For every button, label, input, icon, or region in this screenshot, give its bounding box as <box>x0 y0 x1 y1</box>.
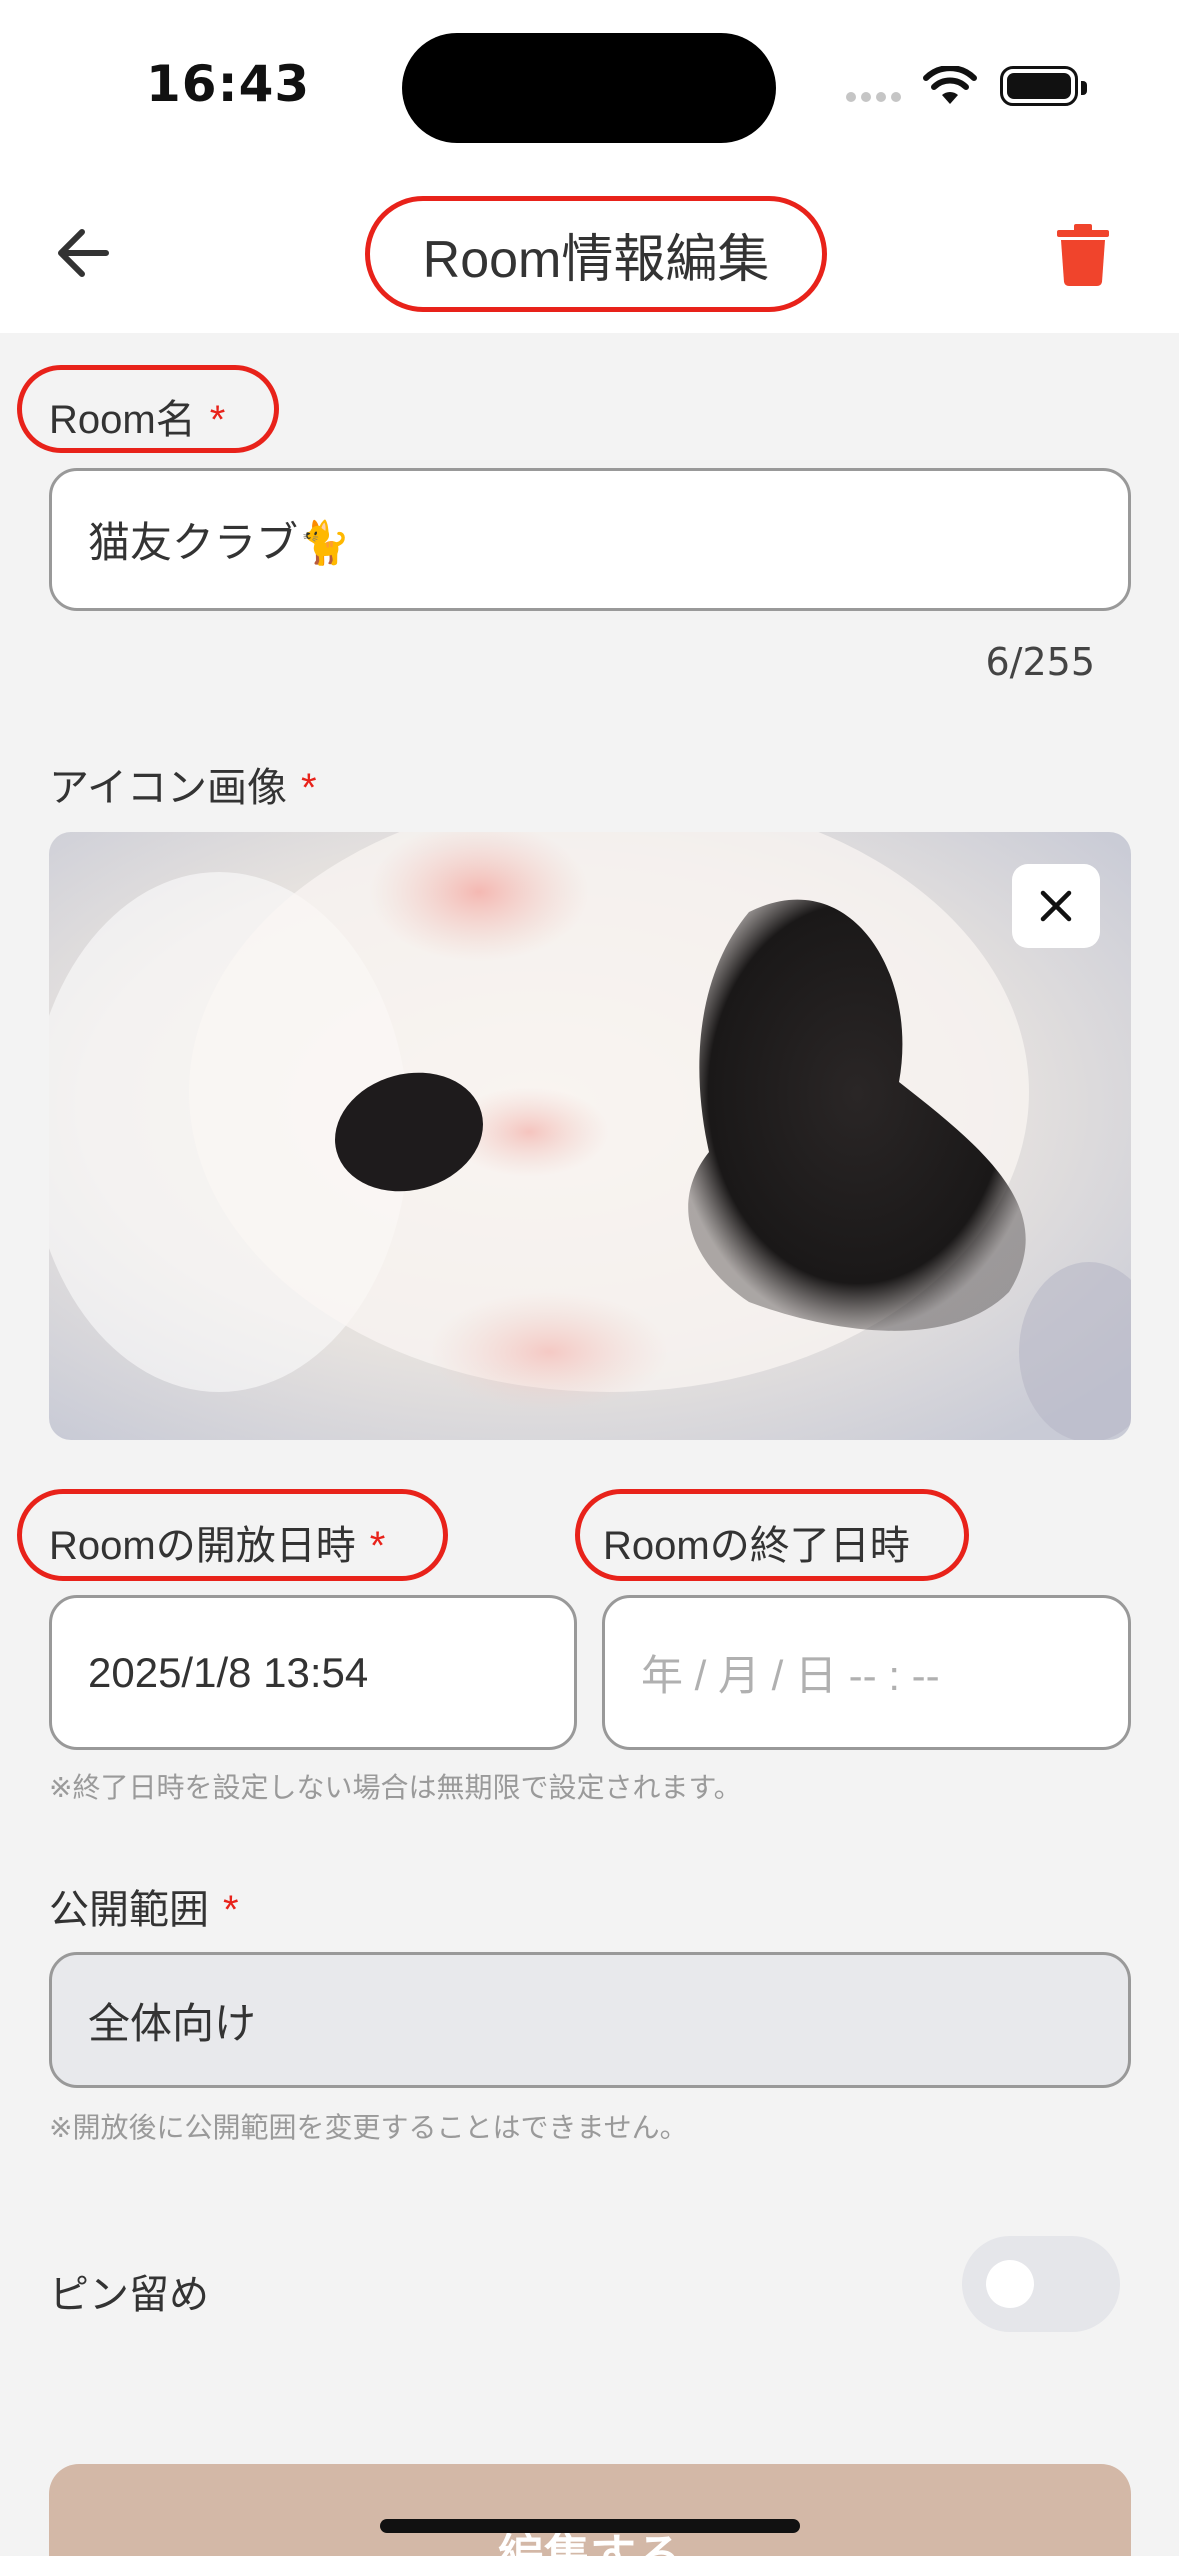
trash-icon[interactable] <box>1057 224 1109 286</box>
remove-image-button[interactable] <box>1012 864 1100 948</box>
toggle-knob <box>986 2260 1034 2308</box>
room-name-value: 猫友クラブ🐈 <box>88 519 351 566</box>
page-title-highlight: Room情報編集 <box>365 196 827 312</box>
end-datetime-placeholder: 年 / 月 / 日 -- : -- <box>641 1652 940 1699</box>
required-mark: * <box>369 1524 386 1568</box>
home-indicator <box>380 2519 800 2533</box>
status-time: 16:43 <box>146 55 311 113</box>
cat-paw-photo <box>49 832 1131 1440</box>
cellular-signal-icon <box>846 92 901 102</box>
status-bar: 16:43 <box>0 0 1179 170</box>
visibility-label: 公開範囲 * <box>49 1888 239 1932</box>
visibility-value: 全体向け <box>88 1999 257 2047</box>
close-icon <box>1040 890 1072 922</box>
app-header: Room情報編集 <box>0 170 1179 333</box>
visibility-select: 全体向け <box>49 1952 1131 2088</box>
room-name-input[interactable]: 猫友クラブ🐈 <box>49 468 1131 611</box>
required-mark: * <box>223 1888 239 1932</box>
open-datetime-label: Roomの開放日時 * <box>49 1524 386 1568</box>
end-datetime-note: ※終了日時を設定しない場合は無期限で設定されます。 <box>49 1771 742 1804</box>
icon-image-label: アイコン画像 * <box>49 766 317 810</box>
room-name-label: Room名 * <box>49 398 226 442</box>
dynamic-island <box>402 33 776 143</box>
required-mark: * <box>301 766 317 810</box>
pin-toggle[interactable] <box>962 2236 1120 2332</box>
icon-image-preview <box>49 832 1131 1440</box>
page-title: Room情報編集 <box>422 230 770 289</box>
back-arrow-icon[interactable] <box>50 218 120 288</box>
char-counter: 6/255 <box>985 640 1095 684</box>
battery-icon <box>1000 66 1087 106</box>
required-mark: * <box>209 398 226 442</box>
open-datetime-input[interactable]: 2025/1/8 13:54 <box>49 1595 577 1750</box>
wifi-icon <box>923 66 977 104</box>
end-datetime-label: Roomの終了日時 <box>603 1524 910 1568</box>
visibility-note: ※開放後に公開範囲を変更することはできません。 <box>49 2111 688 2144</box>
end-datetime-input[interactable]: 年 / 月 / 日 -- : -- <box>602 1595 1131 1750</box>
pin-label: ピン留め <box>49 2273 209 2317</box>
open-datetime-value: 2025/1/8 13:54 <box>88 1648 369 1696</box>
submit-button[interactable]: 編集する <box>49 2464 1131 2556</box>
